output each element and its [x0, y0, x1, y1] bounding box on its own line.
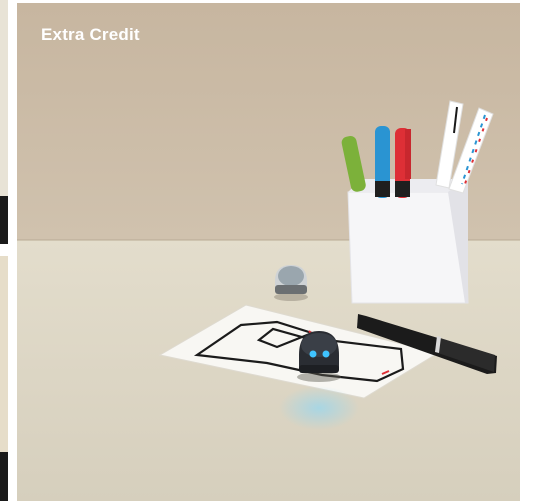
- adjacent-card-edge-top: [0, 0, 8, 196]
- pen-cup-icon: [347, 179, 469, 304]
- card-title: Extra Credit: [41, 25, 140, 44]
- left-edge-strip: [0, 0, 8, 501]
- right-gutter: [520, 0, 539, 501]
- adjacent-card-edge-middle: [0, 256, 8, 452]
- product-photo-card[interactable]: Extra Credit: [17, 3, 520, 501]
- robot-icon: [274, 265, 308, 301]
- adjacent-card-edge-dark-top: [0, 196, 8, 244]
- product-photo: [17, 3, 520, 501]
- adjacent-card-edge-dark-bottom: [0, 452, 8, 501]
- pens: [341, 126, 411, 198]
